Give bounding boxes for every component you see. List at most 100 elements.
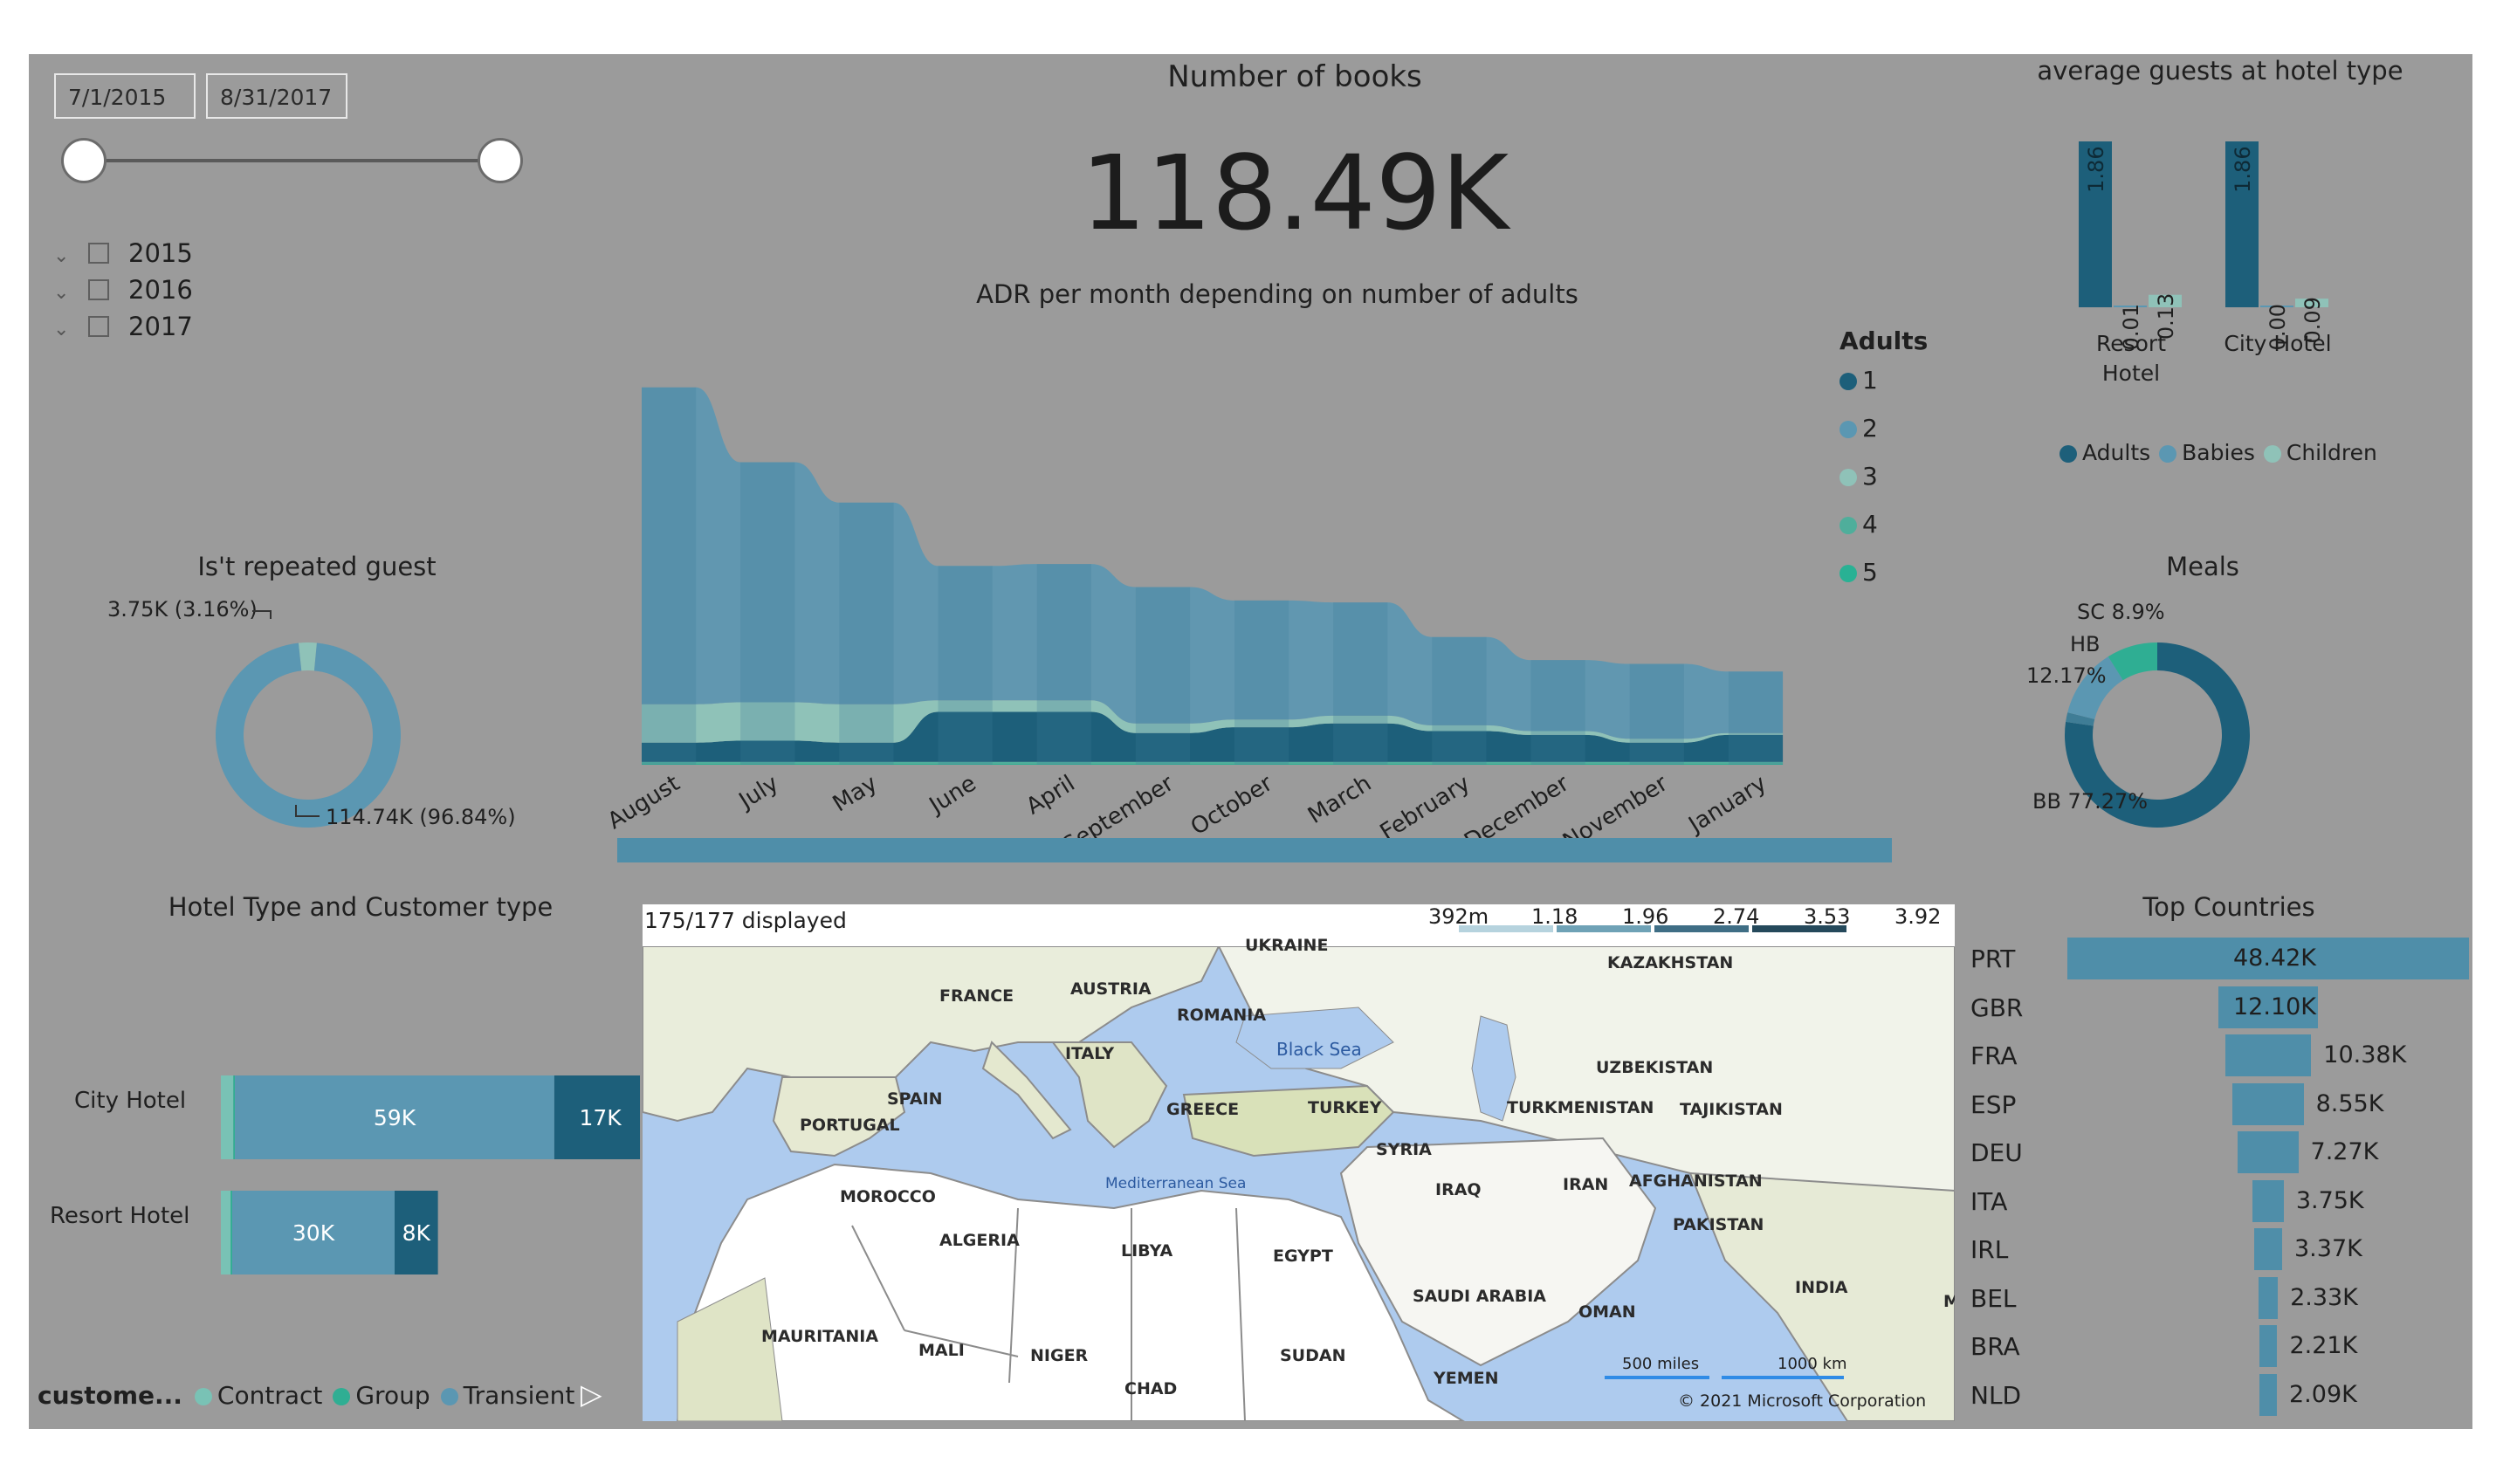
- date-slider-start-handle[interactable]: [61, 138, 107, 183]
- country-row-ita[interactable]: ITA 3.75K: [1970, 1179, 2459, 1228]
- country-bar[interactable]: [2258, 1276, 2279, 1319]
- adr-area-chart[interactable]: August July May June AprilSeptember October Ma…: [588, 333, 1949, 857]
- date-range-slider-track[interactable]: [84, 159, 503, 162]
- country-value-label: 12.10K: [2233, 993, 2317, 1020]
- year-item-2015[interactable]: ⌄ 2015: [53, 236, 193, 271]
- adr-month-column[interactable]: [642, 387, 697, 765]
- adr-series-4-area[interactable]: [642, 761, 1784, 764]
- country-code-label: BEL: [1970, 1283, 2017, 1313]
- year-checkbox[interactable]: [88, 279, 109, 300]
- country-code-label: BRA: [1970, 1332, 2020, 1361]
- year-checkbox[interactable]: [88, 316, 109, 337]
- adr-legend-item-5[interactable]: 5: [1839, 558, 1878, 587]
- hotel-customer-bar-segment[interactable]: [233, 1075, 236, 1159]
- avg-guests-chart[interactable]: 1.860.01 0.13ResortHotel1.860.00 0.09City …: [2037, 141, 2403, 456]
- country-row-nld[interactable]: NLD 2.09K: [1970, 1373, 2459, 1422]
- date-slider-end-handle[interactable]: [478, 138, 523, 183]
- play-axis-icon[interactable]: ▷: [581, 1378, 602, 1411]
- map-scale-label: 1.96: [1622, 904, 1669, 929]
- adr-month-column[interactable]: [1234, 600, 1289, 765]
- legend-dot-icon: [1839, 517, 1857, 534]
- adr-month-column[interactable]: [1135, 587, 1191, 766]
- legend-dot-icon: [1839, 373, 1857, 390]
- adr-month-column[interactable]: [1432, 636, 1487, 765]
- hc-legend-item-group[interactable]: Group: [333, 1381, 430, 1410]
- country-row-fra[interactable]: FRA 10.38K: [1970, 1034, 2459, 1082]
- legend-label: Contract: [217, 1381, 323, 1410]
- hotel-customer-value-label: 59K: [374, 1105, 416, 1130]
- map-label-oman: OMAN: [1578, 1302, 1636, 1322]
- adr-month-column[interactable]: [1333, 602, 1388, 765]
- start-date-input[interactable]: 7/1/2015: [54, 73, 196, 119]
- legend-dot-icon: [1839, 469, 1857, 486]
- country-bar[interactable]: [2238, 1131, 2299, 1173]
- meals-label-hb: HB: [2070, 632, 2101, 656]
- country-row-esp[interactable]: ESP 8.55K: [1970, 1082, 2459, 1131]
- repeated-guest-slice[interactable]: [298, 642, 317, 671]
- legend-label: Adults: [2082, 440, 2151, 465]
- country-row-bra[interactable]: BRA 2.21K: [1970, 1325, 2459, 1373]
- adr-legend-item-4[interactable]: 4: [1839, 510, 1878, 539]
- avg-guests-value-label: 1.86: [2231, 146, 2255, 192]
- adr-month-column[interactable]: [1728, 671, 1784, 765]
- hc-legend-item-transient[interactable]: Transient: [440, 1381, 574, 1410]
- year-checkbox[interactable]: [88, 243, 109, 264]
- hotel-customer-value-label: 8K: [402, 1220, 431, 1246]
- adr-month-column[interactable]: [1629, 663, 1684, 766]
- chevron-down-icon[interactable]: ⌄: [53, 313, 79, 347]
- adr-month-column[interactable]: [1036, 564, 1091, 765]
- hotel-customer-bar-segment[interactable]: [230, 1191, 233, 1274]
- map-label-france: FRANCE: [939, 986, 1014, 1006]
- chevron-down-icon[interactable]: ⌄: [53, 276, 79, 311]
- hotel-customer-bar-chart[interactable]: 59K 17K 30K 8K: [186, 1049, 640, 1346]
- repeated-guest-title: Is't repeated guest: [197, 552, 437, 581]
- country-row-irl[interactable]: IRL 3.37K: [1970, 1228, 2459, 1276]
- country-bar[interactable]: [2259, 1373, 2277, 1416]
- map-label-pakistan: PAKISTAN: [1673, 1215, 1764, 1234]
- country-bar[interactable]: [2253, 1228, 2282, 1270]
- adr-x-tick-label: October: [1186, 770, 1277, 841]
- adr-legend-item-2[interactable]: 2: [1839, 414, 1878, 443]
- map-label-mali: MALI: [918, 1341, 965, 1360]
- map-visual[interactable]: 175/177 displayed 392m 1.18 1.96 2.74 3.…: [643, 904, 1955, 1421]
- adr-legend-item-1[interactable]: 1: [1839, 366, 1878, 395]
- year-item-2016[interactable]: ⌄ 2016: [53, 272, 193, 307]
- hc-legend-item-contract[interactable]: Contract: [194, 1381, 323, 1410]
- country-bar[interactable]: [2252, 1179, 2284, 1222]
- adr-month-column[interactable]: [839, 502, 894, 765]
- year-item-2017[interactable]: ⌄ 2017: [53, 309, 193, 344]
- map-displayed-count: 175/177 displayed: [644, 908, 847, 933]
- adr-x-tick-label: August: [603, 770, 684, 835]
- adr-chart-scrollbar[interactable]: [617, 838, 1892, 862]
- adr-series-5-area[interactable]: [642, 763, 1784, 765]
- country-value-label: 10.38K: [2323, 1041, 2407, 1068]
- country-code-label: NLD: [1970, 1380, 2022, 1410]
- avg-legend-item-children[interactable]: Children: [2263, 440, 2377, 465]
- country-bar[interactable]: [2232, 1082, 2304, 1125]
- hotel-customer-bar-segment[interactable]: [221, 1191, 231, 1274]
- hotel-customer-bar-segment[interactable]: [221, 1075, 234, 1159]
- country-bar[interactable]: [2225, 1034, 2312, 1076]
- repeated-guest-slice[interactable]: [216, 642, 401, 828]
- map-scale-miles: 500 miles: [1622, 1355, 1700, 1373]
- map-label-italy: ITALY: [1065, 1044, 1115, 1063]
- adr-month-column[interactable]: [1530, 660, 1585, 765]
- adr-legend-item-3[interactable]: 3: [1839, 462, 1878, 491]
- country-row-gbr[interactable]: GBR 12.10K: [1970, 986, 2459, 1034]
- legend-label: Group: [355, 1381, 430, 1410]
- adr-month-column[interactable]: [740, 462, 795, 766]
- country-bar[interactable]: [2259, 1325, 2278, 1367]
- country-value-label: 2.09K: [2289, 1380, 2357, 1408]
- map-label-tajikistan: TAJIKISTAN: [1680, 1100, 1783, 1119]
- legend-dot-icon: [1839, 565, 1857, 582]
- chevron-down-icon[interactable]: ⌄: [53, 239, 79, 274]
- country-row-deu[interactable]: DEU 7.27K: [1970, 1131, 2459, 1179]
- adr-series-2-area[interactable]: [642, 387, 1784, 739]
- end-date-input[interactable]: 8/31/2017: [206, 73, 347, 119]
- avg-legend-item-babies[interactable]: Babies: [2159, 440, 2255, 465]
- adr-x-tick-label: January: [1683, 770, 1771, 839]
- country-row-bel[interactable]: BEL 2.33K: [1970, 1276, 2459, 1325]
- country-row-prt[interactable]: PRT 48.42K: [1970, 938, 2469, 986]
- adr-month-column[interactable]: [938, 566, 993, 765]
- avg-legend-item-adults[interactable]: Adults: [2059, 440, 2150, 465]
